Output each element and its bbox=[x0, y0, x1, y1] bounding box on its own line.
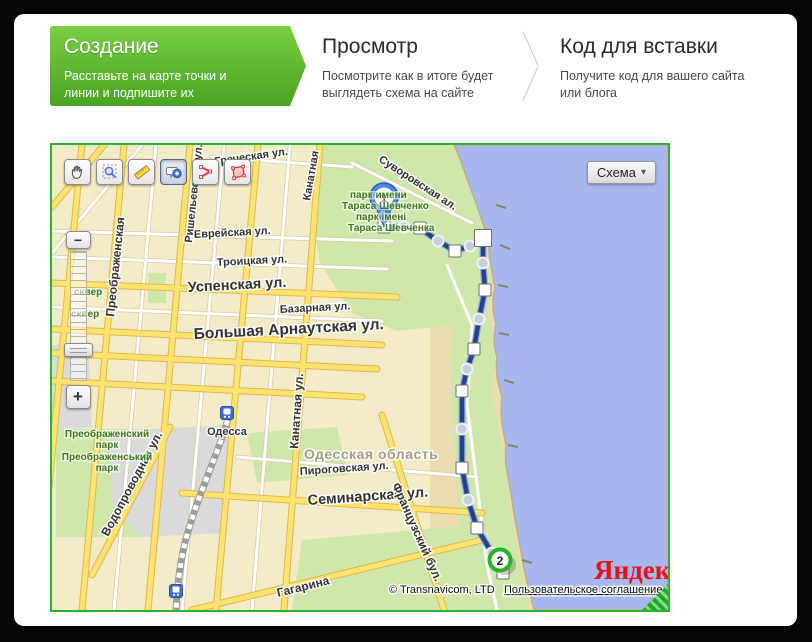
map-label-park: парк имени bbox=[350, 190, 407, 201]
route-midpoint-handle[interactable] bbox=[478, 258, 489, 269]
ruler-icon bbox=[133, 163, 151, 181]
route-midpoint-handle[interactable] bbox=[474, 314, 485, 325]
route-vertex-handle[interactable] bbox=[456, 462, 468, 474]
user-agreement-link[interactable]: Пользовательское соглашение bbox=[504, 584, 662, 596]
zoom-control: − + bbox=[64, 231, 92, 409]
map-label-park: парк bbox=[96, 463, 120, 474]
wizard-step-preview[interactable]: Просмотр Посмотрите как в итоге будет вы… bbox=[306, 26, 518, 106]
zoom-out-button[interactable]: − bbox=[66, 231, 91, 249]
chevron-down-icon: ▾ bbox=[641, 167, 646, 178]
copyright-text: © Transnavicom, LTD bbox=[389, 584, 495, 596]
polygon-icon bbox=[229, 163, 247, 181]
constructor-page: Создание Расставьте на карте точки и лин… bbox=[14, 14, 797, 626]
ruler-tool-button[interactable] bbox=[128, 159, 155, 185]
hand-icon bbox=[69, 163, 87, 181]
zoom-select-tool-button[interactable] bbox=[96, 159, 123, 185]
step-desc: Расставьте на карте точки и линии и подп… bbox=[64, 68, 264, 102]
route-vertex-handle[interactable] bbox=[479, 284, 491, 296]
map-label-park: парк bbox=[96, 440, 120, 451]
draw-polygon-tool-button[interactable] bbox=[224, 159, 251, 185]
add-placemark-tool-button[interactable] bbox=[160, 159, 187, 185]
wizard-step-embed-code[interactable]: Код для вставки Получите код для вашего … bbox=[544, 26, 756, 106]
magnifier-icon bbox=[101, 163, 119, 181]
zoom-slider-track[interactable] bbox=[70, 251, 87, 381]
wizard-step-create[interactable]: Создание Расставьте на карте точки и лин… bbox=[50, 26, 306, 106]
pan-tool-button[interactable] bbox=[64, 159, 91, 185]
step-desc: Посмотрите как в итоге будет выглядеть с… bbox=[322, 68, 522, 102]
route-vertex-handle[interactable] bbox=[471, 522, 483, 534]
placemark-2-number: 2 bbox=[497, 554, 504, 568]
step-title: Код для вставки bbox=[560, 35, 750, 59]
map-type-label: Схема bbox=[597, 165, 636, 180]
railway-station-icon[interactable] bbox=[221, 407, 234, 420]
map-label-station: Одесса bbox=[207, 426, 248, 438]
route-vertex-handle[interactable] bbox=[468, 343, 480, 355]
map-label-park: Преображенський bbox=[62, 451, 152, 463]
route-vertex-handle[interactable] bbox=[475, 230, 492, 247]
map-label-park: Преображенский bbox=[65, 428, 149, 440]
route-midpoint-handle[interactable] bbox=[457, 424, 468, 435]
route-vertex-handle[interactable] bbox=[456, 385, 468, 397]
step-title: Просмотр bbox=[322, 35, 512, 59]
wizard-steps: Создание Расставьте на карте точки и лин… bbox=[50, 26, 756, 106]
map-container: 1 2 Греческая ул. Канатная Суворовская а… bbox=[50, 143, 670, 612]
step-title: Создание bbox=[64, 35, 276, 59]
map-label-park: Тараса Шевченко bbox=[342, 201, 429, 212]
step-desc: Получите код для вашего сайта или блога bbox=[560, 68, 760, 102]
placemark-balloon-icon bbox=[165, 163, 183, 181]
map-toolbar bbox=[64, 159, 251, 185]
map-label-park: парк імені bbox=[356, 212, 406, 223]
map-type-dropdown[interactable]: Схема ▾ bbox=[587, 161, 656, 184]
route-vertex-handle[interactable] bbox=[449, 245, 461, 257]
map-canvas[interactable]: 1 2 Греческая ул. Канатная Суворовская а… bbox=[52, 145, 668, 610]
draw-line-tool-button[interactable] bbox=[192, 159, 219, 185]
route-midpoint-handle[interactable] bbox=[462, 364, 473, 375]
route-midpoint-handle[interactable] bbox=[433, 236, 444, 247]
route-midpoint-handle[interactable] bbox=[465, 241, 476, 252]
route-midpoint-handle[interactable] bbox=[463, 495, 474, 506]
railway-station-icon[interactable] bbox=[170, 585, 183, 598]
polyline-icon bbox=[197, 163, 215, 181]
zoom-slider-handle[interactable] bbox=[64, 343, 93, 357]
step-separator-chevron bbox=[518, 26, 544, 106]
map-label-region: Одесская область bbox=[304, 446, 438, 462]
zoom-in-button[interactable]: + bbox=[66, 385, 91, 409]
map-label-park: Тараса Шевченка bbox=[348, 223, 435, 234]
yandex-logo: Яндекс bbox=[594, 555, 668, 585]
